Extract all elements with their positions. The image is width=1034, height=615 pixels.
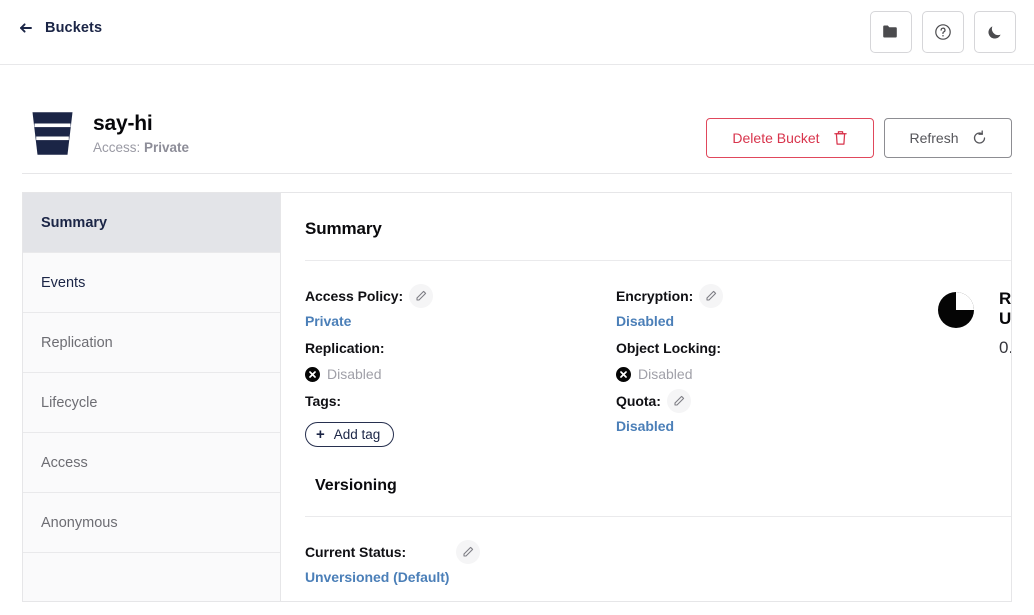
sidebar-item-blank xyxy=(23,553,280,602)
versioning-divider xyxy=(305,516,1012,517)
plus-icon: + xyxy=(316,427,325,442)
access-policy-label: Access Policy: xyxy=(305,288,403,304)
encryption-label: Encryption: xyxy=(616,288,693,304)
arrow-left-icon xyxy=(18,20,34,36)
summary-grid: Access Policy: Private Repli xyxy=(305,285,1012,455)
summary-content: Summary Access Policy: xyxy=(281,193,1012,601)
sidebar-item-events[interactable]: Events xyxy=(23,253,280,313)
pencil-icon xyxy=(462,546,474,558)
reported-usage-label: Reported Usage: xyxy=(999,289,1012,329)
sidebar-item-summary[interactable]: Summary xyxy=(23,193,280,253)
bucket-header-actions: Delete Bucket Refresh xyxy=(706,118,1012,158)
sidebar-item-label: Lifecycle xyxy=(41,395,97,411)
bucket-access-label: Access: xyxy=(93,140,140,155)
encryption-value[interactable]: Disabled xyxy=(616,313,927,329)
summary-column-usage: Reported Usage: 0.0 B xyxy=(927,285,1012,455)
edit-versioning-button[interactable] xyxy=(456,540,480,564)
back-label: Buckets xyxy=(45,20,102,36)
bucket-header: say-hi Access: Private Delete Bucket Ref… xyxy=(0,66,1034,173)
quota-field: Quota: Disabled xyxy=(616,390,927,434)
sidebar-item-label: Events xyxy=(41,275,85,291)
summary-divider xyxy=(305,260,1012,261)
sidebar-item-label: Replication xyxy=(41,335,113,351)
versioning-section: Versioning Current Status: Unversioned (… xyxy=(305,477,1012,585)
top-bar: Buckets xyxy=(0,0,1034,65)
sidebar-item-lifecycle[interactable]: Lifecycle xyxy=(23,373,280,433)
versioning-status-field: Current Status: Unversioned (Default) xyxy=(305,541,1012,585)
trash-icon xyxy=(833,130,848,146)
header-divider xyxy=(22,173,1012,174)
refresh-label: Refresh xyxy=(909,130,958,146)
sidebar-item-label: Access xyxy=(41,455,88,471)
sidebar-item-replication[interactable]: Replication xyxy=(23,313,280,373)
sidebar-item-label: Summary xyxy=(41,215,107,231)
sidebar-item-access[interactable]: Access xyxy=(23,433,280,493)
object-locking-value: Disabled xyxy=(638,366,692,382)
edit-encryption-button[interactable] xyxy=(699,284,723,308)
bucket-detail-panel: Summary Events Replication Lifecycle Acc… xyxy=(22,192,1012,602)
delete-bucket-label: Delete Bucket xyxy=(732,130,819,146)
pencil-icon xyxy=(705,290,717,302)
help-button[interactable] xyxy=(922,11,964,53)
pencil-icon xyxy=(673,395,685,407)
bucket-name: say-hi xyxy=(93,112,189,136)
bucket-icon xyxy=(30,110,75,157)
object-locking-status: Disabled xyxy=(616,366,927,382)
replication-status: Disabled xyxy=(305,366,616,382)
quota-value[interactable]: Disabled xyxy=(616,418,927,434)
quota-label: Quota: xyxy=(616,393,661,409)
versioning-title: Versioning xyxy=(305,477,1012,495)
pencil-icon xyxy=(415,290,427,302)
edit-access-policy-button[interactable] xyxy=(409,284,433,308)
replication-value: Disabled xyxy=(327,366,381,382)
current-status-value[interactable]: Unversioned (Default) xyxy=(305,569,1012,585)
tags-label: Tags: xyxy=(305,393,341,409)
theme-button[interactable] xyxy=(974,11,1016,53)
current-status-label: Current Status: xyxy=(305,544,406,560)
encryption-field: Encryption: Disabled xyxy=(616,285,927,329)
access-policy-value[interactable]: Private xyxy=(305,313,616,329)
tags-field: Tags: + Add tag xyxy=(305,390,616,447)
refresh-button[interactable]: Refresh xyxy=(884,118,1012,158)
refresh-icon xyxy=(972,130,987,146)
folder-icon xyxy=(881,22,901,42)
bucket-sidebar: Summary Events Replication Lifecycle Acc… xyxy=(23,193,281,601)
question-circle-icon xyxy=(933,22,953,42)
add-tag-button[interactable]: + Add tag xyxy=(305,422,394,447)
folder-button[interactable] xyxy=(870,11,912,53)
summary-column-left: Access Policy: Private Repli xyxy=(305,285,616,455)
object-locking-field: Object Locking: Disabled xyxy=(616,337,927,382)
moon-icon xyxy=(985,22,1005,42)
x-circle-icon xyxy=(305,367,320,382)
x-circle-icon xyxy=(616,367,631,382)
page-title: Summary xyxy=(305,219,1012,239)
bucket-access: Access: Private xyxy=(93,140,189,155)
edit-quota-button[interactable] xyxy=(667,389,691,413)
reported-usage-value: 0.0 B xyxy=(999,338,1012,358)
bucket-access-value: Private xyxy=(144,140,189,155)
back-to-buckets-link[interactable]: Buckets xyxy=(18,20,102,36)
pie-chart-icon xyxy=(935,289,977,331)
replication-label: Replication: xyxy=(305,340,385,356)
access-policy-field: Access Policy: Private xyxy=(305,285,616,329)
add-tag-label: Add tag xyxy=(334,427,381,442)
delete-bucket-button[interactable]: Delete Bucket xyxy=(706,118,874,158)
replication-field: Replication: Disabled xyxy=(305,337,616,382)
sidebar-item-anonymous[interactable]: Anonymous xyxy=(23,493,280,553)
sidebar-item-label: Anonymous xyxy=(41,515,118,531)
summary-column-middle: Encryption: Disabled Object xyxy=(616,285,927,455)
bucket-identity: say-hi Access: Private xyxy=(30,110,189,157)
object-locking-label: Object Locking: xyxy=(616,340,721,356)
top-bar-actions xyxy=(870,11,1016,53)
